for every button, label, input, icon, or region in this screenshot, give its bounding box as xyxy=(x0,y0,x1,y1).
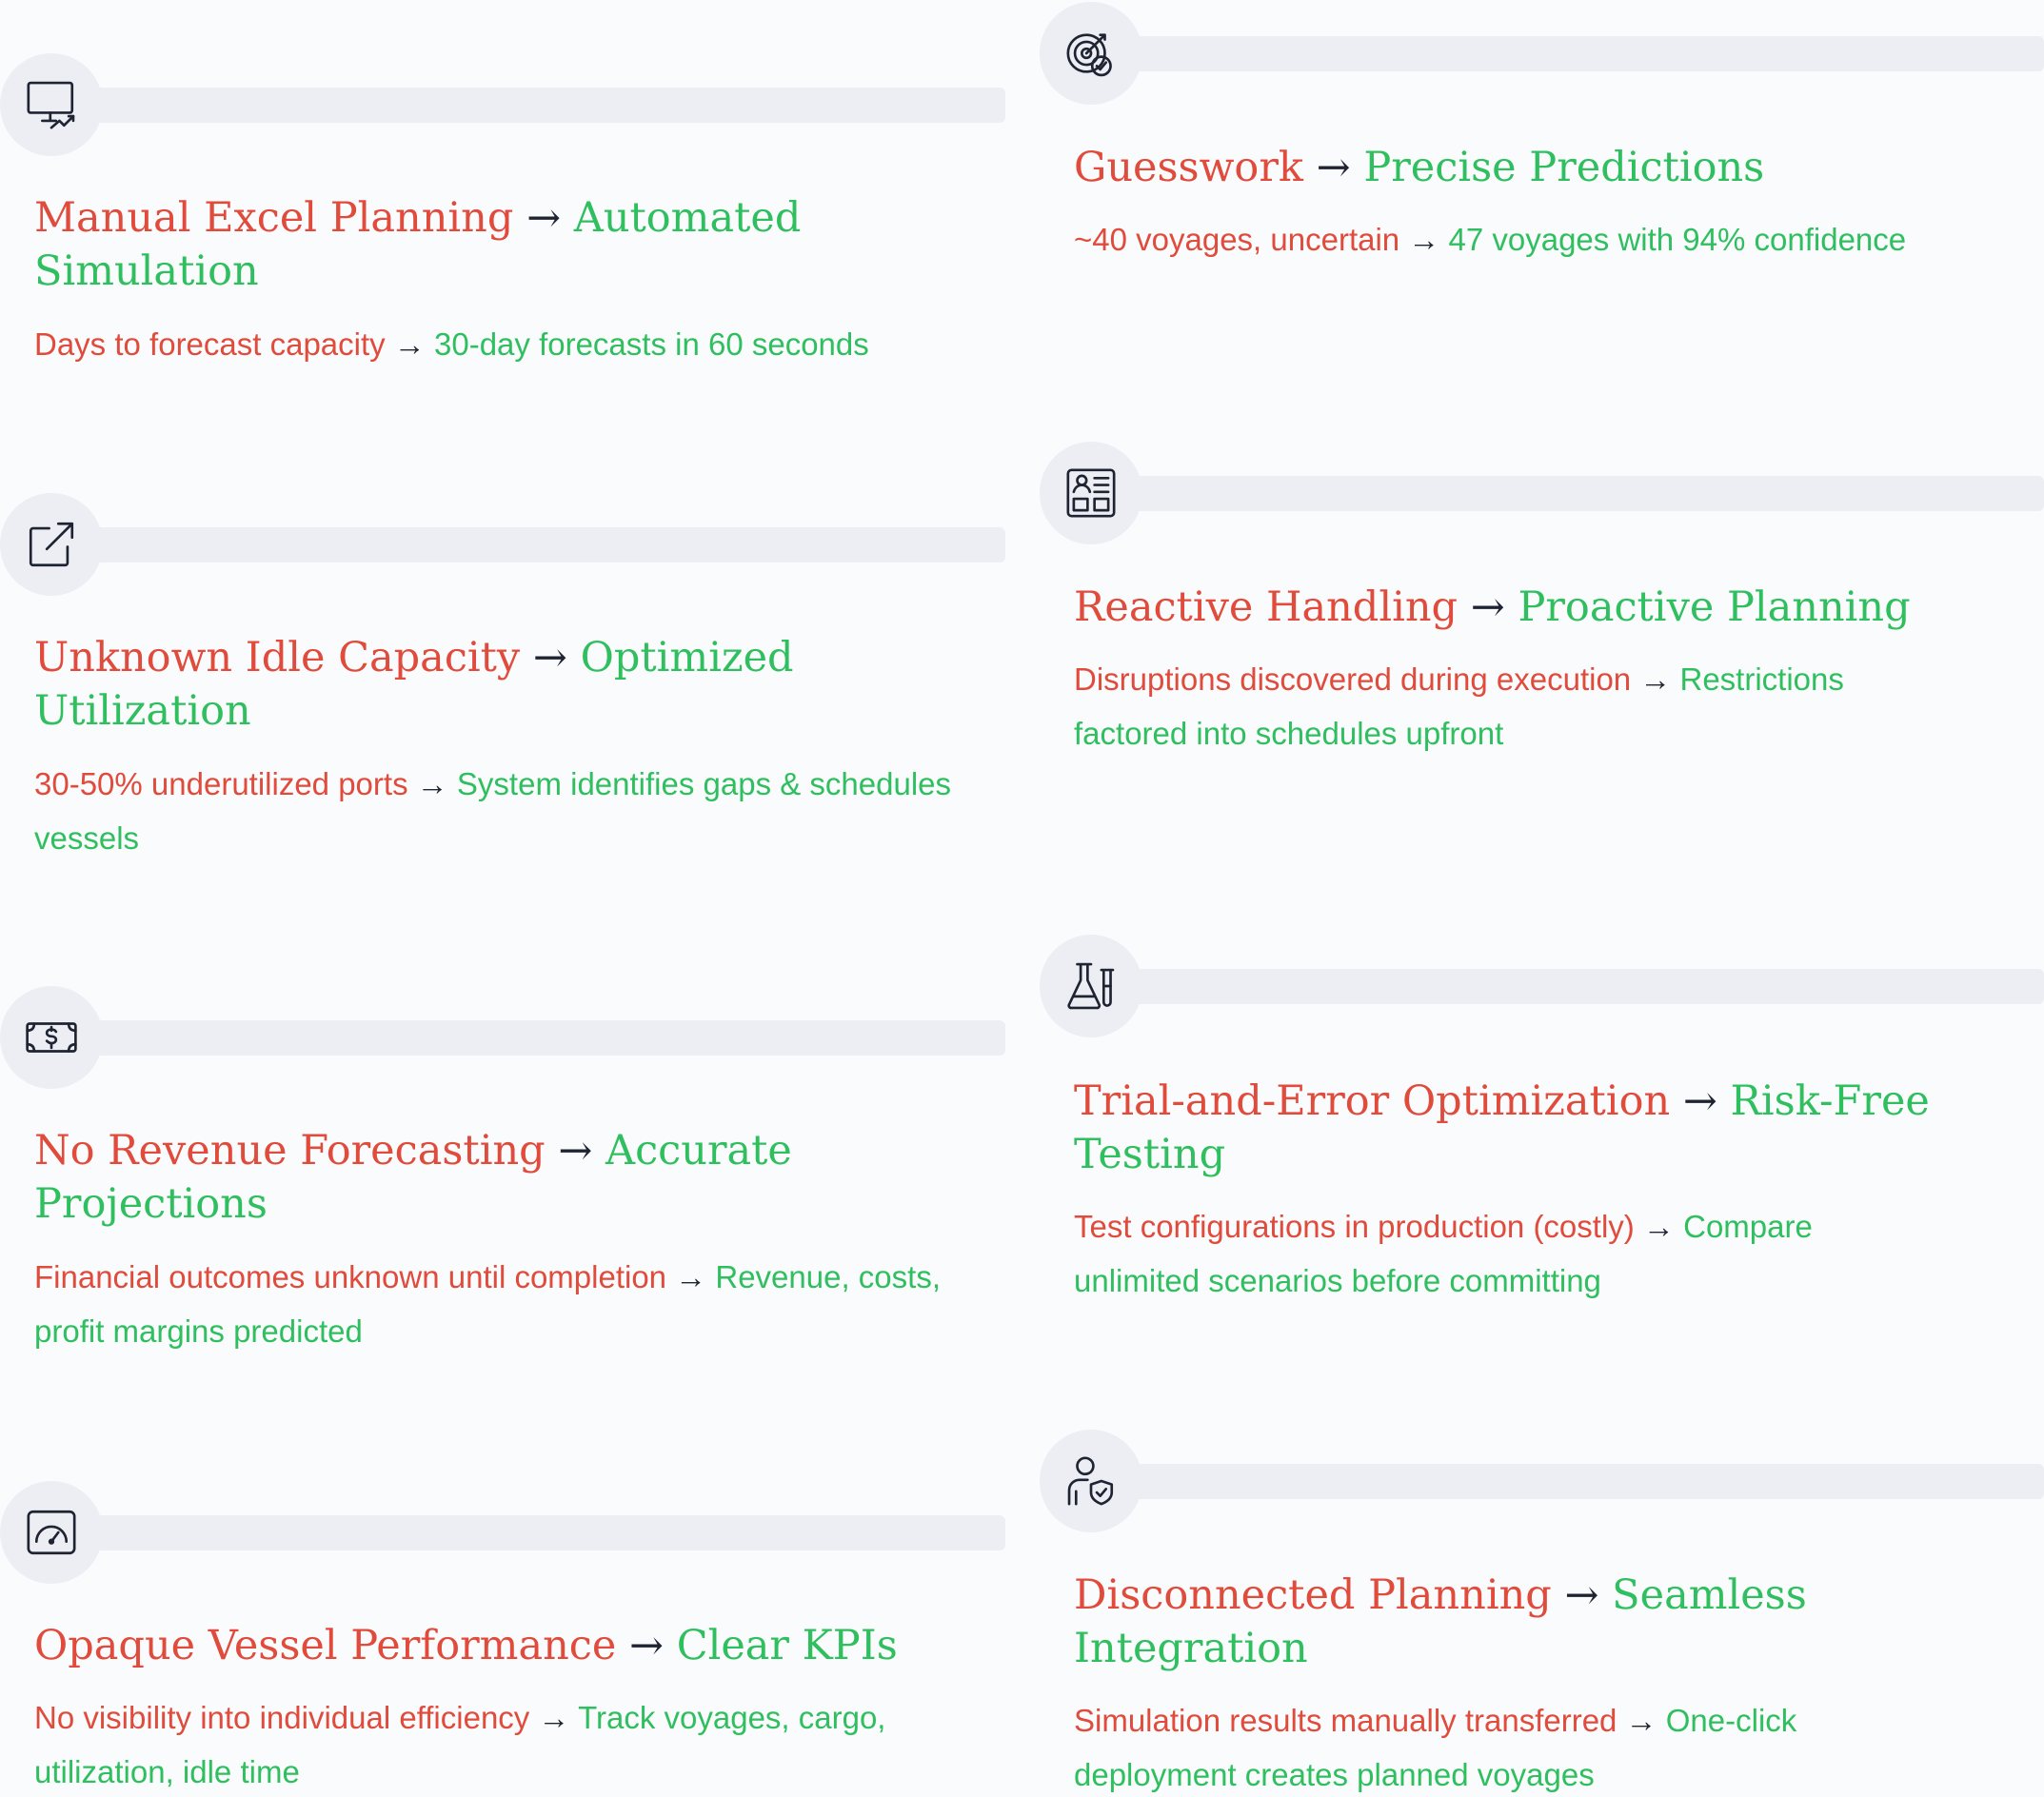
card-title: Disconnected Planning → Seamless Integra… xyxy=(1074,1569,1988,1675)
card-header-bar xyxy=(76,1515,1005,1550)
card-description: 30-50% underutilized ports → System iden… xyxy=(34,757,977,865)
desc-before: No visibility into individual efficiency xyxy=(34,1700,530,1735)
card-title: Manual Excel Planning → Automated Simula… xyxy=(34,191,948,298)
title-after: Precise Predictions xyxy=(1363,144,1765,191)
icon-badge xyxy=(1040,2,1142,105)
external-link-icon xyxy=(29,522,74,567)
icon-badge xyxy=(0,493,103,596)
icon-badge xyxy=(1040,1430,1142,1532)
card-header-bar xyxy=(1114,969,2044,1004)
desc-before: Disruptions discovered during execution xyxy=(1074,662,1632,697)
title-before: Reactive Handling xyxy=(1074,583,1459,631)
card-header-bar xyxy=(1114,36,2044,71)
user-shield-icon xyxy=(1067,1456,1114,1506)
card-description: Disruptions discovered during execution … xyxy=(1074,652,1950,760)
icon-badge xyxy=(0,53,103,156)
card-title: Trial-and-Error Optimization → Risk-Free… xyxy=(1074,1075,1988,1181)
card-title: Guesswork → Precise Predictions xyxy=(1074,141,2007,194)
icon-badge xyxy=(1040,442,1142,544)
arrow-glyph: → xyxy=(538,1700,570,1735)
title-before: Trial-and-Error Optimization xyxy=(1074,1077,1671,1125)
card-title: No Revenue Forecasting → Accurate Projec… xyxy=(34,1124,948,1231)
arrow-glyph: → xyxy=(1642,1209,1675,1244)
arrow-glyph: → xyxy=(1625,1703,1657,1738)
card-header-bar xyxy=(1114,476,2044,511)
title-after: Proactive Planning xyxy=(1518,583,1911,631)
arrow-glyph: → xyxy=(526,194,562,242)
arrow-glyph: → xyxy=(1470,583,1505,631)
card-header-bar xyxy=(76,1020,1005,1056)
arrow-glyph: → xyxy=(1682,1077,1717,1125)
desc-after: 47 voyages with 94% confidence xyxy=(1448,222,1907,257)
card-header-bar xyxy=(1114,1464,2044,1499)
flask-icon xyxy=(1067,962,1115,1010)
icon-badge xyxy=(1040,935,1142,1037)
benefits-page: Manual Excel Planning → Automated Simula… xyxy=(0,0,2044,1797)
arrow-glyph: → xyxy=(393,326,426,362)
arrow-glyph: → xyxy=(1639,662,1672,697)
card-description: Days to forecast capacity → 30-day forec… xyxy=(34,317,996,371)
desc-before: Test configurations in production (costl… xyxy=(1074,1209,1635,1244)
arrow-glyph: → xyxy=(532,634,567,681)
desc-after: 30-day forecasts in 60 seconds xyxy=(434,326,869,362)
title-before: Opaque Vessel Performance xyxy=(34,1622,617,1669)
card-header-bar xyxy=(76,527,1005,563)
arrow-glyph: → xyxy=(1316,144,1351,191)
title-before: Manual Excel Planning xyxy=(34,194,514,242)
title-before: Guesswork xyxy=(1074,144,1303,191)
card-description: No visibility into individual efficiency… xyxy=(34,1690,1005,1797)
title-before: Disconnected Planning xyxy=(1074,1571,1552,1619)
card-title: Opaque Vessel Performance → Clear KPIs xyxy=(34,1619,986,1672)
monitor-chart-icon xyxy=(27,81,75,129)
desc-before: Financial outcomes unknown until complet… xyxy=(34,1259,667,1294)
arrow-glyph: → xyxy=(558,1127,593,1175)
card-description: Test configurations in production (costl… xyxy=(1074,1199,1931,1308)
dashboard-profile-icon xyxy=(1066,468,1116,518)
desc-before: Simulation results manually transferred xyxy=(1074,1703,1617,1738)
card-description: ~40 voyages, uncertain → 47 voyages with… xyxy=(1074,212,2035,267)
title-after: Clear KPIs xyxy=(676,1622,898,1669)
card-description: Simulation results manually transferred … xyxy=(1074,1693,1931,1797)
title-before: Unknown Idle Capacity xyxy=(34,634,521,681)
icon-badge xyxy=(0,1481,103,1584)
arrow-glyph: → xyxy=(628,1622,665,1669)
arrow-glyph: → xyxy=(416,766,448,801)
card-title: Reactive Handling → Proactive Planning xyxy=(1074,581,2007,634)
arrow-glyph: → xyxy=(1564,1571,1599,1619)
arrow-glyph: → xyxy=(675,1259,707,1294)
desc-before: 30-50% underutilized ports xyxy=(34,766,408,801)
icon-badge xyxy=(0,986,103,1089)
card-header-bar xyxy=(76,88,1005,123)
title-before: No Revenue Forecasting xyxy=(34,1127,546,1175)
target-check-icon xyxy=(1066,33,1112,77)
desc-before: ~40 voyages, uncertain xyxy=(1074,222,1400,257)
card-description: Financial outcomes unknown until complet… xyxy=(34,1250,996,1358)
speedometer-icon xyxy=(27,1510,76,1555)
desc-before: Days to forecast capacity xyxy=(34,326,386,362)
arrow-glyph: → xyxy=(1408,222,1440,257)
card-title: Unknown Idle Capacity → Optimized Utiliz… xyxy=(34,631,948,738)
money-bill-icon xyxy=(26,1022,77,1053)
